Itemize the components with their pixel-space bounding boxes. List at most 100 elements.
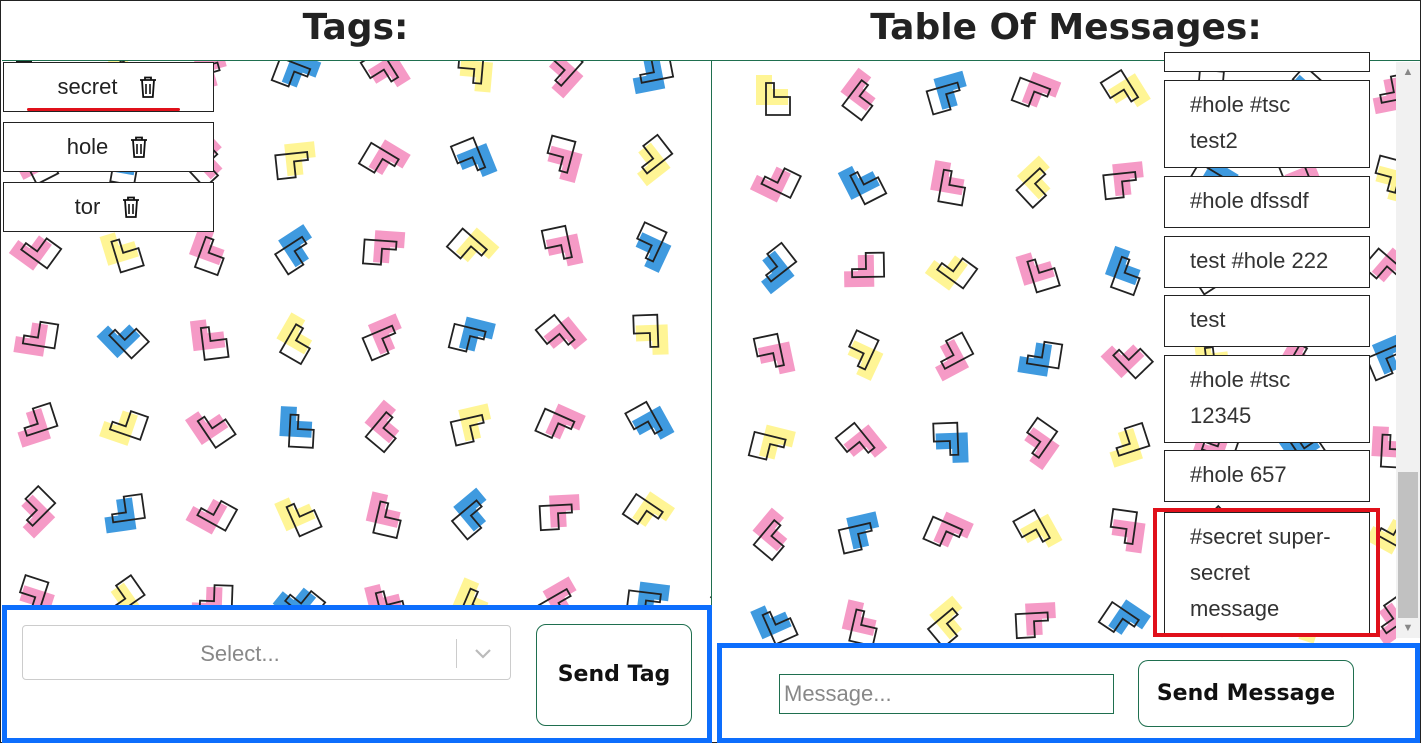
pattern-shape bbox=[1372, 72, 1396, 115]
pattern-shape bbox=[279, 406, 315, 449]
tag-item-tor[interactable]: tor bbox=[3, 182, 214, 232]
pattern-shape bbox=[837, 511, 880, 555]
pattern-shape bbox=[1010, 71, 1062, 108]
pattern-shape bbox=[635, 221, 672, 273]
pattern-shape bbox=[108, 574, 146, 609]
pattern-shape bbox=[1109, 421, 1151, 468]
pattern-shape bbox=[624, 400, 675, 440]
pattern-shape bbox=[548, 61, 584, 99]
pattern-shape bbox=[752, 507, 788, 562]
pattern-shape bbox=[274, 141, 316, 181]
pattern-shape bbox=[21, 484, 57, 539]
message-item[interactable]: test #hole 222 bbox=[1164, 236, 1370, 288]
trash-icon[interactable] bbox=[128, 135, 150, 159]
pattern-shape bbox=[930, 160, 967, 207]
pattern-shape bbox=[534, 313, 588, 350]
pattern-shape bbox=[922, 511, 974, 548]
pattern-shape bbox=[1104, 245, 1141, 297]
scroll-down-arrow-icon[interactable]: ▼ bbox=[1396, 618, 1420, 638]
pattern-shape bbox=[447, 316, 496, 353]
pattern-shape bbox=[932, 421, 969, 463]
pattern-shape bbox=[752, 332, 796, 375]
pattern-shape bbox=[1374, 154, 1396, 204]
message-item[interactable]: #hole dfssdf bbox=[1164, 176, 1370, 228]
pattern-shape bbox=[185, 498, 239, 535]
scroll-thumb[interactable] bbox=[1398, 472, 1418, 618]
column-divider bbox=[711, 60, 712, 608]
selected-tag-underline bbox=[27, 108, 180, 111]
pattern-shape bbox=[8, 235, 63, 271]
send-tag-button[interactable]: Send Tag bbox=[536, 624, 692, 726]
pattern-shape bbox=[270, 61, 322, 88]
pattern-shape bbox=[749, 166, 802, 203]
pattern-shape bbox=[1015, 252, 1061, 294]
tag-label: tor bbox=[74, 194, 101, 219]
pattern-shape bbox=[13, 320, 60, 357]
pattern-shape bbox=[99, 232, 145, 274]
pattern-shape bbox=[1371, 426, 1396, 469]
pattern-shape bbox=[18, 573, 55, 609]
pattern-shape bbox=[364, 399, 400, 454]
pattern-shape bbox=[761, 241, 798, 295]
pattern-shape bbox=[924, 255, 979, 291]
select-separator bbox=[456, 639, 457, 668]
pattern-shape bbox=[621, 491, 675, 527]
pattern-shape bbox=[189, 319, 230, 361]
message-input[interactable] bbox=[779, 674, 1114, 714]
pattern-shape bbox=[632, 61, 675, 95]
pattern-shape bbox=[926, 595, 963, 643]
pattern-shape bbox=[104, 493, 146, 534]
pattern-shape bbox=[756, 75, 791, 116]
pattern-shape bbox=[1100, 344, 1155, 380]
pattern-shape bbox=[534, 403, 586, 440]
pattern-shape bbox=[445, 227, 500, 263]
message-item[interactable]: test bbox=[1164, 295, 1370, 347]
tag-select[interactable]: Select... bbox=[22, 625, 511, 680]
pattern-shape bbox=[1015, 155, 1051, 209]
pattern-shape bbox=[632, 313, 669, 355]
message-item[interactable]: #hole #tsc 12345 bbox=[1164, 355, 1370, 443]
chevron-down-icon[interactable] bbox=[469, 641, 497, 665]
pattern-shape bbox=[274, 497, 323, 538]
pattern-shape bbox=[361, 230, 406, 266]
pattern-shape bbox=[1012, 508, 1063, 548]
pattern-shape bbox=[747, 424, 796, 461]
pattern-shape bbox=[457, 61, 493, 93]
messages-scrollbar[interactable]: ▲ ▼ bbox=[1396, 62, 1420, 638]
pattern-shape bbox=[935, 331, 975, 382]
pattern-shape bbox=[99, 410, 150, 446]
pattern-shape bbox=[1024, 416, 1060, 471]
message-item[interactable]: #hole 657 bbox=[1164, 450, 1370, 502]
scroll-up-arrow-icon[interactable]: ▲ bbox=[1396, 62, 1420, 82]
pattern-shape bbox=[837, 165, 888, 206]
highlighted-message-outline bbox=[1153, 508, 1380, 637]
pattern-shape bbox=[925, 70, 967, 116]
message-item-clipped[interactable] bbox=[1164, 52, 1370, 72]
tag-item-hole[interactable]: hole bbox=[3, 122, 214, 172]
message-item[interactable]: #hole #tsc test2 bbox=[1164, 80, 1370, 168]
pattern-shape bbox=[276, 312, 313, 366]
send-message-button[interactable]: Send Message bbox=[1138, 660, 1354, 727]
pattern-shape bbox=[1102, 161, 1144, 201]
pattern-shape bbox=[96, 324, 151, 360]
pattern-shape bbox=[540, 224, 584, 267]
tag-label: hole bbox=[66, 134, 109, 159]
messages-title: Table Of Messages: bbox=[870, 7, 1262, 48]
pattern-shape bbox=[1099, 68, 1151, 108]
pattern-shape bbox=[449, 403, 492, 447]
pattern-shape bbox=[1109, 507, 1146, 554]
pattern-shape bbox=[1017, 340, 1064, 377]
pattern-shape bbox=[273, 224, 313, 276]
trash-icon[interactable] bbox=[137, 75, 159, 99]
pattern-shape bbox=[188, 225, 225, 277]
pattern-shape bbox=[1097, 599, 1151, 635]
pattern-shape bbox=[1014, 602, 1056, 640]
pattern-shape bbox=[834, 421, 888, 458]
pattern-shape bbox=[637, 133, 674, 187]
tags-title: Tags: bbox=[302, 7, 409, 48]
tag-label: secret bbox=[57, 74, 118, 99]
tag-item-secret[interactable]: secret bbox=[3, 62, 214, 112]
pattern-shape bbox=[847, 329, 884, 381]
pattern-shape bbox=[538, 494, 580, 532]
trash-icon[interactable] bbox=[120, 195, 142, 219]
